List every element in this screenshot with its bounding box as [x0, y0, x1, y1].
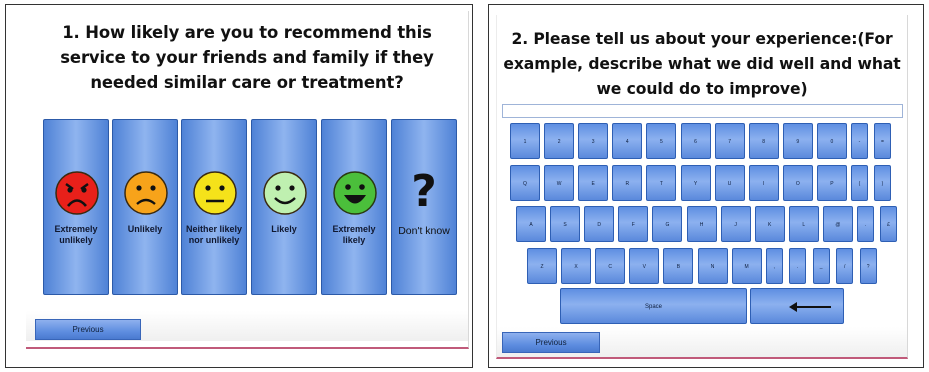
- key-row4-10[interactable]: /: [836, 248, 854, 284]
- key-row3-2[interactable]: D: [584, 206, 615, 242]
- sad-face-icon: [124, 171, 168, 215]
- key-row4-9[interactable]: _: [812, 248, 830, 284]
- key-row3-1[interactable]: S: [550, 206, 581, 242]
- key-row4-6[interactable]: M: [731, 248, 762, 284]
- question-2-screen: 2. Please tell us about your experience:…: [496, 15, 908, 359]
- key-row2-6[interactable]: U: [714, 165, 745, 201]
- key-row3-0[interactable]: A: [516, 206, 546, 242]
- space-key[interactable]: Space: [560, 288, 747, 324]
- key-row1-11[interactable]: =: [874, 123, 891, 159]
- key-row2-5[interactable]: Y: [680, 165, 711, 201]
- key-row1-9[interactable]: 0: [816, 123, 847, 159]
- left-arrow-icon: [789, 302, 831, 312]
- key-row3-8[interactable]: L: [788, 206, 819, 242]
- key-row2-9[interactable]: P: [816, 165, 847, 201]
- key-row2-7[interactable]: I: [748, 165, 779, 201]
- key-row4-8[interactable]: .: [789, 248, 807, 284]
- key-row3-9[interactable]: @: [822, 206, 853, 242]
- option-label: Extremely likely: [332, 224, 376, 245]
- big-smile-face-icon: [333, 171, 377, 215]
- question-mark-icon: ?: [411, 166, 437, 217]
- option-don-t-know[interactable]: ? Don't know: [391, 119, 457, 295]
- key-row1-7[interactable]: 8: [748, 123, 779, 159]
- key-row2-0[interactable]: Q: [510, 165, 540, 201]
- key-row4-4[interactable]: B: [663, 248, 694, 284]
- key-row2-8[interactable]: O: [782, 165, 813, 201]
- previous-button[interactable]: Previous: [35, 319, 141, 340]
- very-sad-face-icon: [55, 171, 99, 215]
- previous-button[interactable]: Previous: [502, 332, 600, 353]
- key-row4-11[interactable]: ?: [859, 248, 877, 284]
- key-row1-8[interactable]: 9: [782, 123, 813, 159]
- key-row2-3[interactable]: R: [612, 165, 643, 201]
- experience-text-input[interactable]: [502, 104, 903, 118]
- option-label: Unlikely: [127, 224, 163, 234]
- option-neither-likely-nor-unlikely[interactable]: Neither likely nor unlikely: [181, 119, 247, 295]
- key-row2-2[interactable]: E: [578, 165, 609, 201]
- key-row3-4[interactable]: G: [652, 206, 683, 242]
- key-row2-1[interactable]: W: [544, 165, 575, 201]
- key-row1-10[interactable]: -: [851, 123, 868, 159]
- key-row1-3[interactable]: 4: [612, 123, 643, 159]
- key-row4-7[interactable]: ,: [765, 248, 783, 284]
- key-row3-5[interactable]: H: [686, 206, 717, 242]
- key-row4-5[interactable]: N: [697, 248, 728, 284]
- key-row1-2[interactable]: 3: [578, 123, 609, 159]
- key-row4-1[interactable]: X: [561, 248, 592, 284]
- question-2-title: 2. Please tell us about your experience:…: [503, 30, 901, 98]
- key-row3-7[interactable]: K: [754, 206, 785, 242]
- key-row1-1[interactable]: 2: [544, 123, 575, 159]
- option-extremely-likely[interactable]: Extremely likely: [321, 119, 387, 295]
- key-row2-4[interactable]: T: [646, 165, 677, 201]
- option-label: Neither likely nor unlikely: [185, 224, 243, 245]
- smile-face-icon: [263, 171, 307, 215]
- neutral-face-icon: [193, 171, 237, 215]
- key-row1-5[interactable]: 6: [680, 123, 711, 159]
- option-unlikely[interactable]: Unlikely: [112, 119, 178, 295]
- key-row2-11[interactable]: ): [874, 165, 891, 201]
- key-row4-3[interactable]: V: [629, 248, 660, 284]
- key-row3-3[interactable]: F: [618, 206, 649, 242]
- key-row4-2[interactable]: C: [595, 248, 626, 284]
- option-likely[interactable]: Likely: [251, 119, 317, 295]
- key-row1-0[interactable]: 1: [510, 123, 540, 159]
- option-label: Extremely unlikely: [54, 224, 98, 245]
- option-label: Don't know: [398, 225, 450, 237]
- key-row1-6[interactable]: 7: [714, 123, 745, 159]
- backspace-key[interactable]: [750, 288, 844, 324]
- question-1-screen: 1. How likely are you to recommend this …: [26, 11, 469, 349]
- key-row3-6[interactable]: J: [720, 206, 751, 242]
- key-row3-11[interactable]: £: [880, 206, 897, 242]
- option-extremely-unlikely[interactable]: Extremely unlikely: [43, 119, 109, 295]
- question-1-title: 1. How likely are you to recommend this …: [60, 23, 434, 92]
- key-row3-10[interactable]: .: [857, 206, 874, 242]
- key-row2-10[interactable]: (: [851, 165, 868, 201]
- key-row4-0[interactable]: Z: [527, 248, 557, 284]
- option-label: Likely: [271, 224, 297, 234]
- key-row1-4[interactable]: 5: [646, 123, 677, 159]
